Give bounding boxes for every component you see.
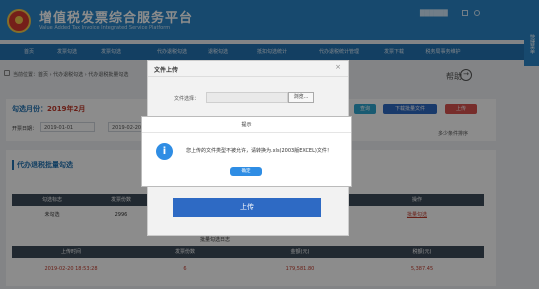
dialog-upload-button[interactable]: 上传 [173, 198, 321, 217]
file-select-label: 文件选择： [174, 96, 200, 102]
alert-dialog: 提示 i 您上传的文件类型不被允许，请转换为.xls(2003版EXCEL)文件… [141, 116, 352, 187]
browse-button[interactable]: 浏览... [288, 92, 314, 103]
alert-message: 您上传的文件类型不被允许，请转换为.xls(2003版EXCEL)文件！ [186, 148, 332, 154]
page: 增值税发票综合服务平台 Value Added Tax Invoice Inte… [0, 0, 539, 289]
divider [148, 76, 348, 77]
ok-button[interactable]: 确定 [230, 167, 262, 176]
close-icon[interactable]: × [335, 63, 341, 71]
upload-dialog-title: 文件上传 [154, 67, 179, 74]
file-path-input[interactable] [206, 92, 288, 103]
alert-header: 提示 [142, 117, 351, 133]
info-icon: i [156, 143, 173, 160]
alert-title: 提示 [241, 122, 252, 128]
